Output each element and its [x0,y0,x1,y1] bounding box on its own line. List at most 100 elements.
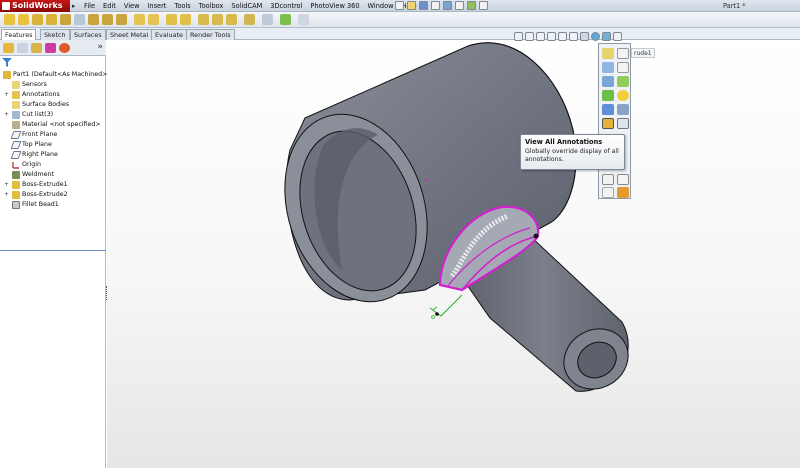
revolved-cut-icon[interactable] [88,14,99,25]
tree-item-surface-bodies[interactable]: Surface Bodies [12,100,69,110]
tree-item-part[interactable]: Part1 (Default<As Machined> [3,70,107,80]
tab-evaluate[interactable]: Evaluate [151,29,187,40]
graphics-area[interactable] [107,40,800,468]
menu-tools[interactable]: Tools [170,0,194,12]
tree-item-front-plane[interactable]: Front Plane [10,130,57,140]
view-orientation-icon[interactable] [558,32,567,41]
menu-edit[interactable]: Edit [99,0,120,12]
tab-sheet-metal[interactable]: Sheet Metal [106,29,153,40]
rebuild-icon[interactable] [467,1,476,10]
previous-view-icon[interactable] [536,32,545,41]
view-planes-icon[interactable] [602,62,614,73]
tree-item-cut-list[interactable]: Cut list(3) [12,110,53,120]
lofted-cut-icon[interactable] [116,14,127,25]
view-cameras-icon[interactable] [617,104,629,115]
more-tabs-icon[interactable]: » [97,42,103,52]
tree-item-material[interactable]: Material <not specified> [12,120,101,130]
menu-view[interactable]: View [120,0,144,12]
view-lights-icon[interactable] [617,90,629,101]
sketch-point[interactable] [424,178,428,182]
view-origins-icon[interactable] [617,48,629,59]
view-axes-icon[interactable] [602,48,614,59]
instant3d-icon[interactable] [298,14,309,25]
view-dimension-names-icon[interactable] [617,118,629,129]
lofted-boss-icon[interactable] [46,14,57,25]
tree-item-right-plane[interactable]: Right Plane [10,150,58,160]
tree-item-origin[interactable]: Origin [12,160,41,170]
curves-icon[interactable] [280,14,291,25]
undo-icon[interactable] [443,1,452,10]
open-icon[interactable] [407,1,416,10]
expand-boss-extrude1-icon[interactable]: + [4,181,9,188]
view-weld-beads-icon[interactable] [602,174,614,185]
3d-model[interactable] [107,40,800,468]
menu-3dcontrol[interactable]: 3Dcontrol [266,0,306,12]
view-live-section-icon[interactable] [617,187,629,198]
circular-pattern-icon[interactable] [180,14,191,25]
extruded-cut-icon[interactable] [60,14,71,25]
menu-toolbox[interactable]: Toolbox [195,0,228,12]
display-style-icon[interactable] [569,32,578,41]
menu-photoview[interactable]: PhotoView 360 [306,0,363,12]
save-icon[interactable] [419,1,428,10]
options-icon[interactable] [479,1,488,10]
configuration-manager-tab-icon[interactable] [31,43,42,53]
reference-geometry-icon[interactable] [262,14,273,25]
weld-vertex-point[interactable] [533,233,539,239]
revolved-boss-icon[interactable] [18,14,29,25]
tab-sketch[interactable]: Sketch [40,29,70,40]
select-icon[interactable] [455,1,464,10]
view-decals-icon[interactable] [602,104,614,115]
view-sketch-relations-icon[interactable] [602,187,614,198]
apply-scene-icon[interactable] [602,32,611,41]
property-manager-tab-icon[interactable] [17,43,28,53]
menu-window[interactable]: Window [364,0,398,12]
hole-wizard-icon[interactable] [74,14,85,25]
expand-boss-extrude2-icon[interactable]: + [4,191,9,198]
tab-surfaces[interactable]: Surfaces [70,29,106,40]
extruded-boss-icon[interactable] [4,14,15,25]
tab-features[interactable]: Features [1,29,37,40]
new-document-icon[interactable] [395,1,404,10]
draft-icon[interactable] [212,14,223,25]
dimxpert-manager-tab-icon[interactable] [45,43,56,53]
menu-insert[interactable]: Insert [143,0,170,12]
view-settings-icon[interactable] [613,32,622,41]
rollback-bar[interactable] [0,250,106,251]
edit-appearance-icon[interactable] [591,32,600,41]
view-3d-sketch-icon[interactable] [602,90,614,101]
chamfer-icon[interactable] [148,14,159,25]
rib-icon[interactable] [198,14,209,25]
zoom-to-area-icon[interactable] [525,32,534,41]
mirror-icon[interactable] [244,14,255,25]
expand-cut-list-icon[interactable]: + [4,111,9,118]
expand-annotations-icon[interactable]: + [4,91,9,98]
view-curves-icon[interactable] [602,76,614,87]
tree-item-boss-extrude1[interactable]: Boss-Extrude1 [12,180,68,190]
fillet-icon[interactable] [134,14,145,25]
menu-file[interactable]: File [80,0,99,12]
print-icon[interactable] [431,1,440,10]
filter-icon[interactable] [2,58,12,67]
weld-symbol[interactable] [429,294,463,317]
shell-icon[interactable] [226,14,237,25]
view-points-icon[interactable] [617,76,629,87]
section-view-icon[interactable] [547,32,556,41]
swept-boss-icon[interactable] [32,14,43,25]
zoom-to-fit-icon[interactable] [514,32,523,41]
solidworks-logo[interactable]: SolidWorks [0,0,70,12]
menu-solidcam[interactable]: SolidCAM [227,0,266,12]
tree-item-weldment[interactable]: Weldment [12,170,54,180]
tab-render-tools[interactable]: Render Tools [186,29,235,40]
hide-show-items-icon[interactable] [580,32,589,41]
tree-item-boss-extrude2[interactable]: Boss-Extrude2 [12,190,68,200]
linear-pattern-icon[interactable] [166,14,177,25]
tree-item-top-plane[interactable]: Top Plane [10,140,52,150]
tree-item-annotations[interactable]: Annotations [12,90,60,100]
view-all-annotations-icon[interactable] [602,118,614,129]
tree-item-sensors[interactable]: Sensors [12,80,47,90]
swept-cut-icon[interactable] [102,14,113,25]
menu-expand-arrow-icon[interactable]: ▸ [72,0,76,12]
feature-manager-tab-icon[interactable] [3,43,14,53]
display-manager-tab-icon[interactable] [59,43,70,53]
